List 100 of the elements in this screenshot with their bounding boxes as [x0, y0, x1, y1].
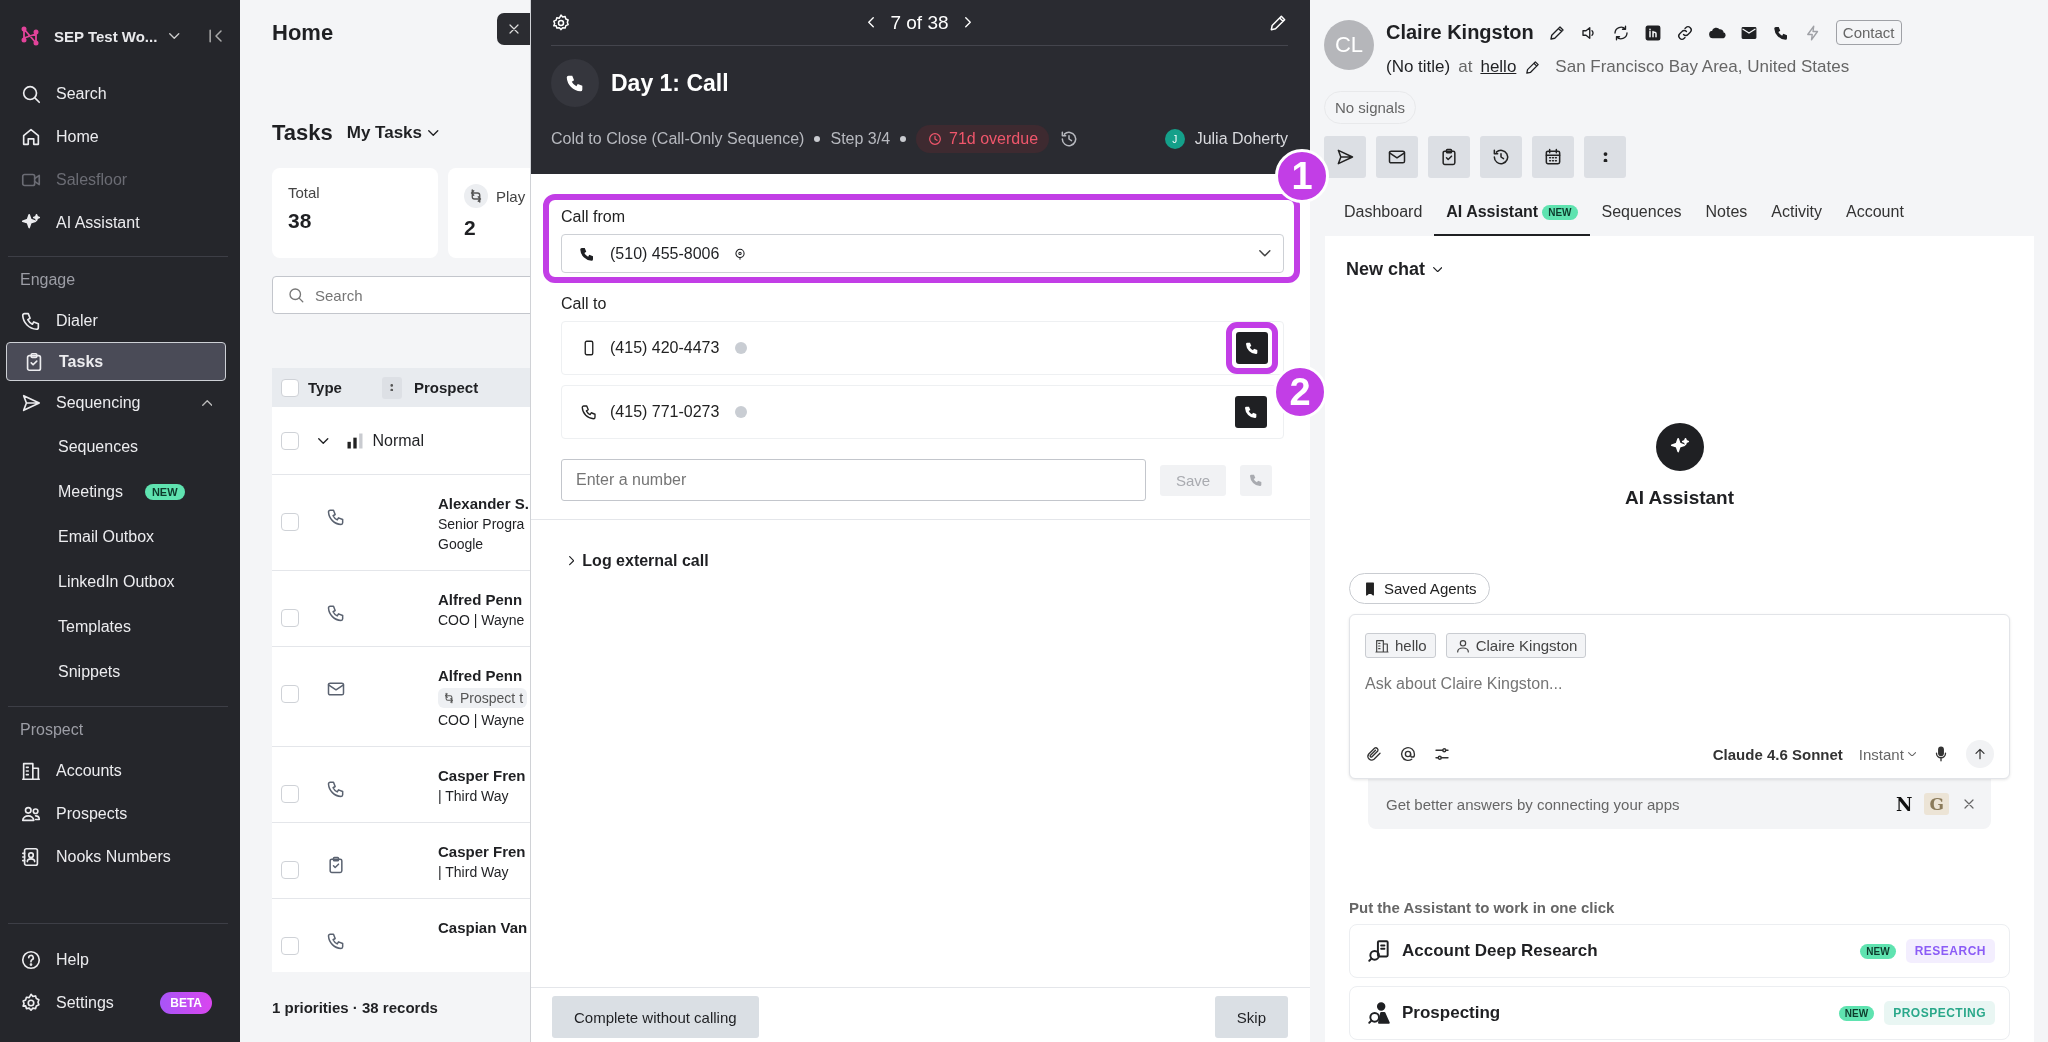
stat-value: 38	[288, 209, 313, 233]
prospect-name[interactable]: Caspian Van	[438, 919, 528, 936]
search-field[interactable]: Search	[272, 276, 530, 314]
sidebar-item[interactable]: Sequencing	[6, 381, 226, 424]
checkbox[interactable]	[281, 378, 299, 397]
chevron-down-icon[interactable]	[169, 33, 180, 39]
column-handle[interactable]	[382, 376, 402, 399]
search-field[interactable]: Search	[315, 280, 530, 310]
sidebar-item[interactable]: Meetings NEW	[6, 469, 226, 514]
call-button[interactable]	[1236, 332, 1268, 364]
app-logo[interactable]: N	[1896, 793, 1913, 815]
sidebar-item[interactable]: LinkedIn Outbox	[6, 559, 226, 604]
checkbox[interactable]	[281, 785, 299, 803]
phone-number: (415) 771-0273	[610, 403, 720, 421]
chevron-icon[interactable]	[201, 399, 212, 406]
checkbox[interactable]	[281, 431, 299, 450]
clipboard-icon	[1439, 147, 1459, 167]
step-label: Step 3/4	[830, 130, 891, 148]
category-tag: RESEARCH	[1905, 939, 1995, 963]
sliders-icon[interactable]	[1433, 745, 1451, 763]
pencil-icon[interactable]	[1524, 58, 1542, 76]
action-button[interactable]	[1428, 136, 1470, 178]
prospect-name[interactable]: Alfred Penn	[438, 667, 528, 684]
phone-icon	[1243, 404, 1259, 420]
chevron-down-icon	[1907, 751, 1916, 757]
chevron-down-icon	[1433, 266, 1443, 273]
saved-agents-button[interactable]: Saved Agents	[1349, 573, 1490, 604]
phone-icon	[326, 779, 346, 799]
mode-dropdown[interactable]: Instant	[1858, 745, 1916, 763]
chat-menu[interactable]: New chat	[1340, 258, 1449, 281]
mention-icon[interactable]	[1399, 745, 1417, 763]
context-chip[interactable]: hello	[1365, 633, 1436, 658]
checkbox[interactable]	[281, 937, 299, 955]
send-button[interactable]	[1966, 740, 1994, 768]
call-button[interactable]	[1235, 396, 1267, 428]
paperclip-icon[interactable]	[1365, 745, 1383, 763]
action-button[interactable]	[1532, 136, 1574, 178]
prospect-name[interactable]: Alfred Penn	[438, 591, 525, 608]
record-type-tag: Contact	[1835, 20, 1902, 45]
linkedin-icon[interactable]	[1643, 23, 1662, 42]
sidebar-item[interactable]: Tasks	[6, 342, 226, 381]
building-icon	[1374, 637, 1390, 654]
tab[interactable]: Account	[1834, 190, 1916, 236]
filter-dropdown[interactable]: My Tasks	[346, 123, 439, 143]
caller-number-select[interactable]: (510) 455-8006	[561, 234, 1284, 273]
chevron-icon	[569, 556, 575, 566]
sidebar-item[interactable]: Email Outbox	[6, 514, 226, 559]
log-external-call-toggle[interactable]: Log external call	[561, 552, 1284, 570]
sidebar-item[interactable]: AI Assistant	[6, 201, 226, 244]
sidebar-item[interactable]: Home	[6, 115, 226, 158]
refresh-icon[interactable]	[1611, 23, 1630, 42]
tab[interactable]: Activity	[1759, 190, 1835, 236]
workspace-name[interactable]: SEP Test Wo...	[54, 27, 158, 45]
action-button[interactable]	[1480, 136, 1522, 178]
sidebar-item[interactable]: Settings BETA	[6, 981, 226, 1024]
skip-button[interactable]: Skip	[1214, 996, 1288, 1038]
column-header[interactable]: Type	[308, 379, 382, 396]
action-button[interactable]	[1324, 136, 1366, 178]
context-chip[interactable]: Claire Kingston	[1445, 633, 1587, 658]
tab[interactable]: Sequences	[1589, 190, 1694, 236]
sidebar-item[interactable]: Search	[6, 72, 226, 115]
checkbox[interactable]	[281, 685, 299, 703]
chevron-right-icon	[964, 17, 971, 28]
prospect-name[interactable]: Casper Fren	[438, 767, 526, 784]
checkbox[interactable]	[281, 609, 299, 627]
history-icon	[1491, 147, 1511, 167]
phone-icon	[580, 403, 598, 421]
action-button[interactable]	[1376, 136, 1418, 178]
prospect-name[interactable]: Alexander S.	[438, 495, 529, 512]
person-icon	[1454, 637, 1471, 654]
sequence-name[interactable]: Cold to Close (Call-Only Sequence)	[551, 130, 805, 148]
sidebar-item[interactable]: Nooks Numbers	[6, 835, 226, 878]
sidebar-item[interactable]: Dialer	[6, 299, 226, 342]
sidebar-item[interactable]: Prospects	[6, 792, 226, 835]
sequence-tag: Prospect t	[438, 688, 528, 708]
prospect-detail: COO | Wayne	[438, 612, 525, 628]
contact-name: Claire Kingston	[1386, 21, 1534, 44]
prospect-name[interactable]: Casper Fren	[438, 843, 526, 860]
next-button[interactable]	[964, 17, 971, 28]
sidebar-item[interactable]: Accounts	[6, 749, 226, 792]
settings-icon[interactable]	[551, 12, 571, 33]
tab[interactable]: Dashboard	[1332, 190, 1435, 236]
model-name[interactable]: Claude 4.6 Sonnet	[1712, 745, 1843, 763]
checkbox[interactable]	[281, 513, 299, 531]
sidebar-item[interactable]: Help	[6, 938, 226, 981]
tab[interactable]: Notes	[1693, 190, 1760, 236]
column-header[interactable]: Prospect	[414, 379, 479, 396]
sidebar-item[interactable]: Snippets	[6, 649, 226, 694]
agent-item[interactable]: Prospecting NEW PROSPECTING	[1349, 986, 2010, 1040]
sidebar-item[interactable]: Sequences	[6, 424, 226, 469]
checkbox[interactable]	[281, 861, 299, 879]
sidebar-item[interactable]: Templates	[6, 604, 226, 649]
close-button[interactable]	[497, 13, 530, 45]
company-link[interactable]: hello	[1480, 57, 1517, 77]
previous-button[interactable]	[868, 17, 875, 28]
chevron-icon[interactable]	[318, 437, 329, 444]
complete-button[interactable]: Complete without calling	[552, 996, 759, 1038]
agent-item[interactable]: Account Deep Research NEW RESEARCH	[1349, 924, 2010, 978]
section-title: Put the Assistant to work in one click	[1349, 899, 1616, 916]
link-icon[interactable]	[1675, 23, 1694, 42]
